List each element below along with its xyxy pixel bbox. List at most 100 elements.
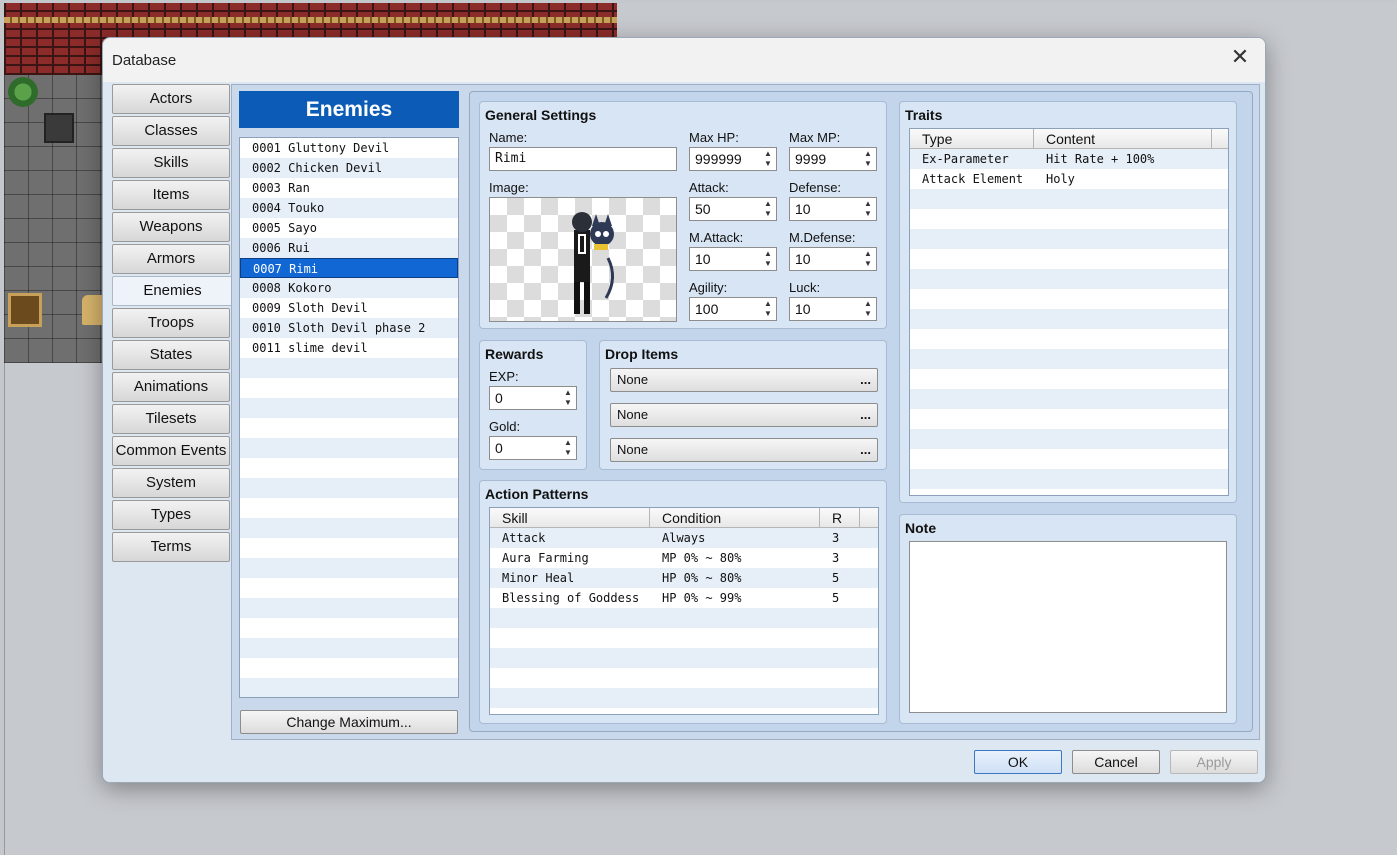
drop-item-2-button[interactable]: None... — [610, 403, 878, 427]
note-title: Note — [905, 520, 937, 536]
drop-item-3-label: None — [617, 442, 649, 457]
gold-spinner[interactable]: 0 ▲ ▼ — [489, 436, 577, 460]
table-row[interactable]: Aura Farming MP 0% ~ 80% 3 — [490, 548, 878, 568]
mattack-value: 10 — [695, 251, 711, 267]
tab-items[interactable]: Items — [112, 180, 230, 210]
drop-item-1-button[interactable]: None... — [610, 368, 878, 392]
table-cell: Minor Heal — [502, 571, 575, 585]
spinner-arrows-icon[interactable]: ▲ ▼ — [763, 199, 773, 219]
change-maximum-button[interactable]: Change Maximum... — [240, 710, 458, 734]
drop-item-3-button[interactable]: None... — [610, 438, 878, 462]
tab-states[interactable]: States — [112, 340, 230, 370]
enemy-list[interactable]: 0001 Gluttony Devil 0002 Chicken Devil 000… — [239, 137, 459, 698]
enemy-list-title: Enemies — [239, 91, 459, 128]
enemy-list-item[interactable]: 0001 Gluttony Devil — [240, 138, 458, 158]
gold-label: Gold: — [489, 419, 521, 434]
max-hp-label: Max HP: — [689, 130, 739, 145]
spinner-arrows-icon[interactable]: ▲ ▼ — [763, 249, 773, 269]
enemy-list-item[interactable]: 0006 Rui — [240, 238, 458, 258]
ok-button[interactable]: OK — [974, 750, 1062, 774]
note-group: Note — [899, 514, 1237, 724]
exp-spinner[interactable]: 0 ▲ ▼ — [489, 386, 577, 410]
general-settings-group: General Settings Name: Rimi Image: Max H… — [479, 101, 887, 329]
tab-common-events[interactable]: Common Events — [112, 436, 230, 466]
spinner-arrows-icon[interactable]: ▲ ▼ — [563, 388, 573, 408]
tab-troops[interactable]: Troops — [112, 308, 230, 338]
max-mp-spinner[interactable]: 9999 ▲ ▼ — [789, 147, 877, 171]
action-patterns-group: Action Patterns Skill Condition R Attack… — [479, 480, 887, 724]
column-skill[interactable]: Skill — [490, 508, 650, 527]
table-row[interactable]: Minor Heal HP 0% ~ 80% 5 — [490, 568, 878, 588]
traits-group: Traits Type Content Ex-Parameter Hit Rate… — [899, 101, 1237, 503]
spinner-arrows-icon[interactable]: ▲ ▼ — [863, 299, 873, 319]
mdefense-spinner[interactable]: 10 ▲ ▼ — [789, 247, 877, 271]
tab-skills[interactable]: Skills — [112, 148, 230, 178]
table-row[interactable]: Ex-Parameter Hit Rate + 100% — [910, 149, 1228, 169]
tab-enemies[interactable]: Enemies — [112, 276, 232, 306]
enemy-list-item[interactable]: 0003 Ran — [240, 178, 458, 198]
column-condition[interactable]: Condition — [650, 508, 820, 527]
tab-animations[interactable]: Animations — [112, 372, 230, 402]
apply-button[interactable]: Apply — [1170, 750, 1258, 774]
spinner-arrows-icon[interactable]: ▲ ▼ — [563, 438, 573, 458]
mattack-label: M.Attack: — [689, 230, 744, 245]
agility-spinner[interactable]: 100 ▲ ▼ — [689, 297, 777, 321]
defense-spinner[interactable]: 10 ▲ ▼ — [789, 197, 877, 221]
name-label: Name: — [489, 130, 528, 145]
database-dialog: Database ✕ Actors Classes Skills Items Weapo… — [102, 37, 1266, 783]
max-hp-spinner[interactable]: 999999 ▲ ▼ — [689, 147, 777, 171]
mattack-spinner[interactable]: 10 ▲ ▼ — [689, 247, 777, 271]
note-textarea[interactable] — [909, 541, 1227, 713]
table-row[interactable]: Attack Element Holy — [910, 169, 1228, 189]
enemy-list-item[interactable]: 0002 Chicken Devil — [240, 158, 458, 178]
map-rail-tiles — [4, 17, 617, 23]
table-row[interactable]: Attack Always 3 — [490, 528, 878, 548]
spinner-arrows-icon[interactable]: ▲ ▼ — [763, 149, 773, 169]
enemy-list-item[interactable]: 0009 Sloth Devil — [240, 298, 458, 318]
spinner-arrows-icon[interactable]: ▲ ▼ — [863, 249, 873, 269]
action-patterns-header: Skill Condition R — [490, 508, 878, 528]
column-type[interactable]: Type — [910, 129, 1034, 148]
main-frame: Enemies 0001 Gluttony Devil 0002 Chicken … — [231, 84, 1260, 740]
enemy-list-item[interactable]: 0008 Kokoro — [240, 278, 458, 298]
table-cell: Ex-Parameter — [922, 152, 1009, 166]
window-title: Database — [112, 51, 177, 69]
enemy-list-item[interactable]: 0005 Sayo — [240, 218, 458, 238]
drop-items-group: Drop Items None... None... None... — [599, 340, 887, 470]
tab-tilesets[interactable]: Tilesets — [112, 404, 230, 434]
tab-system[interactable]: System — [112, 468, 230, 498]
tab-armors[interactable]: Armors — [112, 244, 230, 274]
map-plant-tile — [8, 77, 38, 107]
spinner-arrows-icon[interactable]: ▲ ▼ — [863, 199, 873, 219]
tab-classes[interactable]: Classes — [112, 116, 230, 146]
tab-weapons[interactable]: Weapons — [112, 212, 230, 242]
traits-header: Type Content — [910, 129, 1228, 149]
action-patterns-table[interactable]: Skill Condition R Attack Always 3 Aura Farm… — [489, 507, 879, 715]
image-label: Image: — [489, 180, 529, 195]
tab-types[interactable]: Types — [112, 500, 230, 530]
traits-table[interactable]: Type Content Ex-Parameter Hit Rate + 100%… — [909, 128, 1229, 496]
enemy-list-item[interactable]: 0004 Touko — [240, 198, 458, 218]
rewards-group: Rewards EXP: 0 ▲ ▼ Gold: 0 ▲ ▼ — [479, 340, 587, 470]
table-row[interactable]: Blessing of Goddess HP 0% ~ 99% 5 — [490, 588, 878, 608]
enemy-list-item[interactable]: 0007 Rimi — [240, 258, 458, 278]
tab-actors[interactable]: Actors — [112, 84, 230, 114]
column-content[interactable]: Content — [1034, 129, 1212, 148]
name-input[interactable]: Rimi — [489, 147, 677, 171]
column-rating[interactable]: R — [820, 508, 860, 527]
tab-terms[interactable]: Terms — [112, 532, 230, 562]
attack-spinner[interactable]: 50 ▲ ▼ — [689, 197, 777, 221]
mdefense-value: 10 — [795, 251, 811, 267]
spinner-arrows-icon[interactable]: ▲ ▼ — [763, 299, 773, 319]
action-pattern-rows: Attack Always 3 Aura Farming MP 0% ~ 80% 3 Min… — [490, 528, 878, 608]
enemy-list-item[interactable]: 0010 Sloth Devil phase 2 — [240, 318, 458, 338]
spinner-arrows-icon[interactable]: ▲ ▼ — [863, 149, 873, 169]
map-door-event — [8, 293, 42, 327]
close-button[interactable]: ✕ — [1225, 44, 1255, 70]
luck-spinner[interactable]: 10 ▲ ▼ — [789, 297, 877, 321]
cancel-button[interactable]: Cancel — [1072, 750, 1160, 774]
enemy-image[interactable] — [489, 197, 677, 322]
enemy-list-item[interactable]: 0011 slime devil — [240, 338, 458, 358]
ellipsis-icon: ... — [860, 407, 871, 422]
titlebar: Database — [103, 38, 1265, 82]
